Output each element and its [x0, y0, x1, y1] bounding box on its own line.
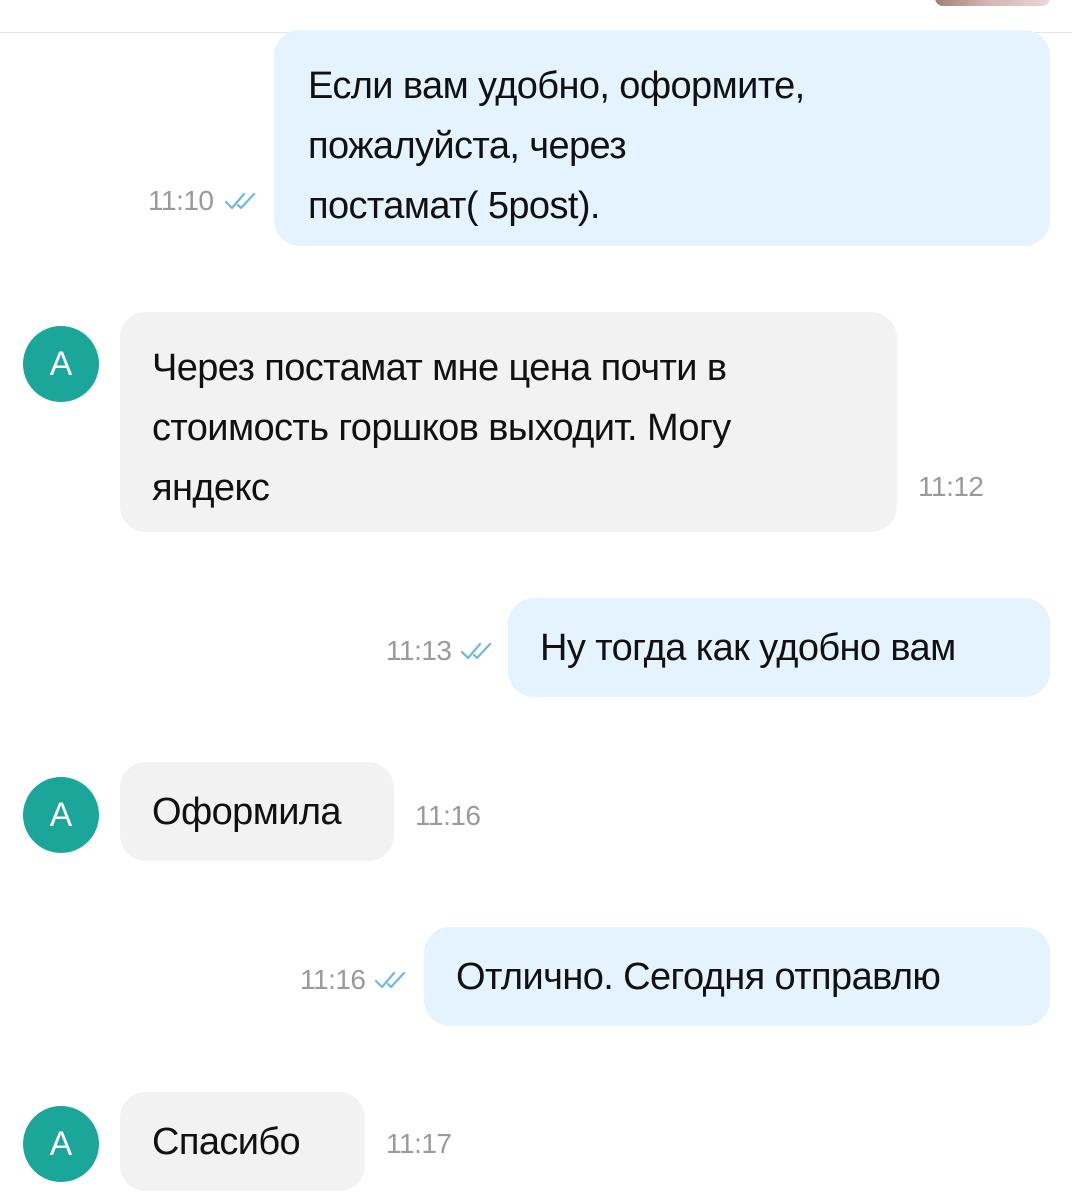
message-text: Оформила [152, 791, 342, 833]
message-text: Через постамат мне цена почти в стоимост… [152, 347, 731, 509]
avatar-letter: А [49, 345, 73, 383]
message-time: 11:13 [386, 635, 452, 666]
double-check-icon [374, 971, 406, 989]
message-outgoing[interactable]: Ну тогда как удобно вам [508, 598, 1050, 697]
header-avatar-image[interactable] [935, 0, 1050, 6]
message-time: 11:10 [148, 185, 214, 216]
message-text: Если вам удобно, оформите, пожалуйста, ч… [308, 65, 805, 227]
avatar-letter: А [49, 1125, 73, 1163]
message-outgoing[interactable]: Отлично. Сегодня отправлю [424, 927, 1050, 1026]
double-check-icon [460, 642, 492, 660]
message-time: 11:12 [918, 471, 984, 502]
message-time: 11:17 [386, 1128, 452, 1159]
message-text: Отлично. Сегодня отправлю [456, 956, 941, 998]
message-time: 11:16 [300, 964, 366, 995]
contact-avatar[interactable]: А [23, 326, 99, 402]
message-incoming[interactable]: Оформила [120, 762, 394, 861]
message-text: Ну тогда как удобно вам [540, 627, 956, 669]
contact-avatar[interactable]: А [23, 1106, 99, 1182]
message-incoming[interactable]: Спасибо [120, 1092, 365, 1191]
message-time: 11:16 [415, 800, 481, 831]
message-incoming[interactable]: Через постамат мне цена почти в стоимост… [120, 312, 897, 532]
contact-avatar[interactable]: А [23, 777, 99, 853]
avatar-letter: А [49, 796, 73, 834]
message-text: Спасибо [152, 1121, 301, 1163]
double-check-icon [224, 192, 256, 210]
message-outgoing[interactable]: Если вам удобно, оформите, пожалуйста, ч… [274, 30, 1050, 246]
